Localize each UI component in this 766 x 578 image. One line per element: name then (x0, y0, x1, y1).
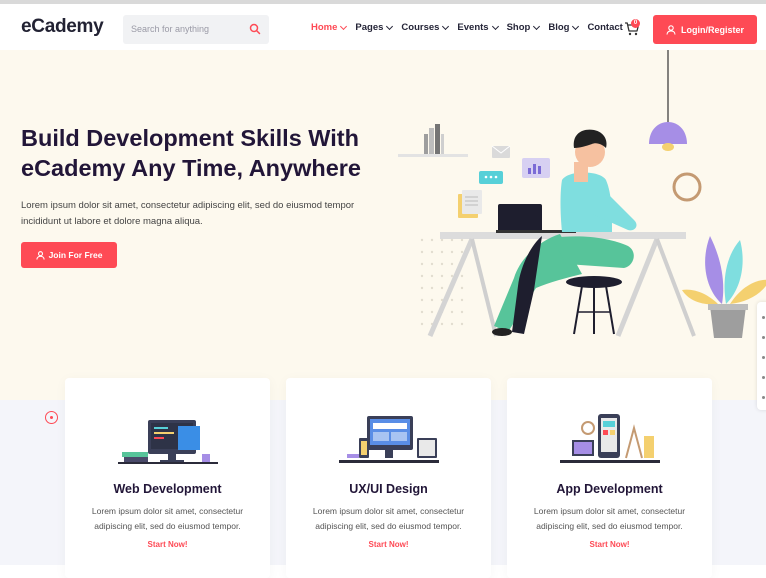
card-description: Lorem ipsum dolor sit amet, consectetur … (312, 506, 465, 531)
nav-item-contact[interactable]: Contact (587, 22, 622, 33)
card-title: UX/UI Design (349, 482, 428, 496)
login-register-button[interactable]: Login/Register (653, 15, 757, 44)
card-title: Web Development (113, 482, 222, 496)
join-for-free-label: Join For Free (48, 250, 103, 260)
side-panel-tab[interactable] (757, 302, 766, 410)
decorative-circle (45, 411, 58, 424)
nav-item-shop[interactable]: Shop (506, 22, 541, 33)
side-tab-dot (762, 356, 765, 359)
search-box[interactable] (123, 15, 269, 44)
nav-item-label: Shop (506, 22, 531, 33)
card-description: Lorem ipsum dolor sit amet, consectetur … (533, 506, 686, 531)
app-development-illustration (559, 414, 660, 463)
side-tab-dot (762, 316, 765, 319)
search-icon[interactable] (249, 23, 261, 35)
hero-description: Lorem ipsum dolor sit amet, consectetur … (21, 200, 355, 227)
floating-chat (479, 171, 503, 184)
nav-item-label: Contact (587, 22, 623, 33)
stool (566, 276, 622, 335)
hero-title: Build Development Skills With eCademy An… (21, 125, 362, 181)
start-now-link[interactable]: Start Now! (286, 540, 491, 549)
start-now-link[interactable]: Start Now! (65, 540, 270, 549)
potted-plant (682, 236, 766, 338)
join-for-free-button[interactable]: Join For Free (21, 242, 117, 268)
side-tab-dot (762, 336, 765, 339)
chevron-down-icon (386, 22, 394, 30)
nav-item-pages[interactable]: Pages (355, 22, 394, 33)
floating-documents (458, 190, 482, 218)
start-now-link[interactable]: Start Now! (507, 540, 712, 549)
chevron-down-icon (491, 22, 499, 30)
nav-item-courses[interactable]: Courses (401, 22, 450, 33)
nav-item-label: Home (311, 22, 338, 33)
nav-item-home[interactable]: Home (311, 22, 348, 33)
course-card-ux-ui-design[interactable]: UX/UI Design Lorem ipsum dolor sit amet,… (286, 378, 491, 578)
chevron-down-icon (442, 22, 450, 30)
course-card-web-development[interactable]: Web Development Lorem ipsum dolor sit am… (65, 378, 270, 578)
course-card-app-development[interactable]: App Development Lorem ipsum dolor sit am… (507, 378, 712, 578)
ring-shape (672, 172, 702, 202)
user-icon (35, 250, 45, 260)
floating-envelope (491, 145, 511, 158)
cart-count-badge: 0 (631, 19, 640, 28)
nav-item-events[interactable]: Events (457, 22, 499, 33)
hanging-lamp (649, 50, 687, 151)
floating-chart (522, 158, 550, 178)
nav-item-label: Pages (355, 22, 384, 33)
chevron-down-icon (533, 22, 541, 30)
shelf-books (398, 124, 468, 157)
ux-ui-design-illustration (338, 416, 439, 463)
card-title: App Development (556, 482, 663, 496)
side-tab-dot (762, 396, 765, 399)
site-logo[interactable]: eCademy (21, 16, 104, 38)
nav-item-label: Events (457, 22, 489, 33)
side-tab-dot (762, 376, 765, 379)
web-development-illustration (117, 420, 218, 464)
chevron-down-icon (572, 22, 580, 30)
chevron-down-icon (340, 22, 348, 30)
nav-item-label: Courses (401, 22, 440, 33)
search-input[interactable] (131, 21, 246, 37)
main-nav: Home Pages Courses Events Shop Blog Cont… (311, 22, 632, 33)
site-header: eCademy Home Pages Courses Events Shop B… (0, 4, 766, 50)
hero-illustration (398, 50, 766, 338)
nav-item-label: Blog (548, 22, 570, 33)
login-register-label: Login/Register (680, 24, 744, 35)
user-icon (666, 24, 676, 35)
card-description: Lorem ipsum dolor sit amet, consectetur … (91, 506, 244, 531)
nav-item-blog[interactable]: Blog (548, 22, 580, 33)
